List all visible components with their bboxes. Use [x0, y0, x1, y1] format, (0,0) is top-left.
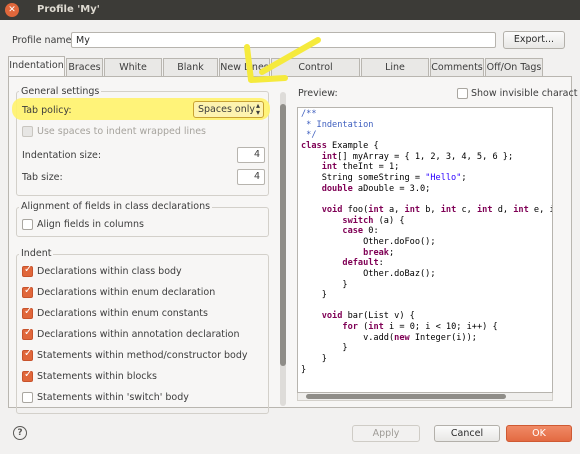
annotation-arrow-icon — [244, 37, 321, 83]
